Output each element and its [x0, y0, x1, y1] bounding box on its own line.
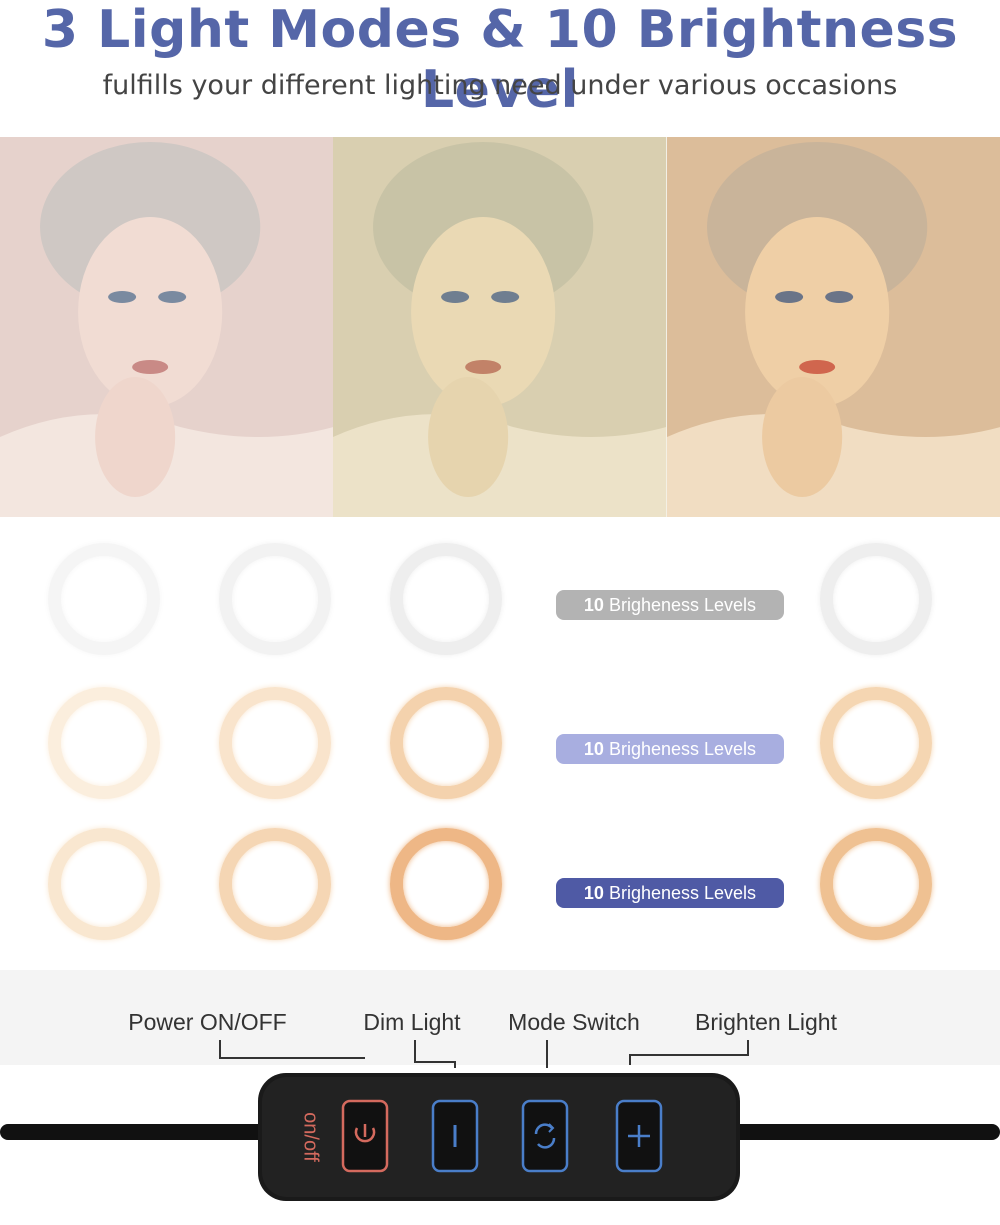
ring-warm-yellow-1	[48, 828, 160, 940]
ring-white-2	[219, 543, 331, 655]
ring-warm-yellow-3	[390, 828, 502, 940]
brightness-pill-warm-yellow: 10 Brigheness Levels	[556, 878, 784, 908]
onoff-text: on/off	[300, 1112, 322, 1162]
brightness-pill-warm-white: 10 Brigheness Levels	[556, 734, 784, 764]
page-subtitle: fulfills your different lighting need un…	[102, 70, 898, 101]
ring-white-1	[48, 543, 160, 655]
ring-white-3	[390, 543, 502, 655]
ring-warm-white-4	[820, 687, 932, 799]
ring-warm-white-2	[219, 687, 331, 799]
ring-warm-white-1	[48, 687, 160, 799]
light-ring-grid: 10 Brigheness Levels 10 Brigheness Level…	[0, 530, 1000, 960]
brightness-pill-white: 10 Brigheness Levels	[556, 590, 784, 620]
ring-warm-white-3	[390, 687, 502, 799]
photo-warm-white-light	[333, 137, 667, 517]
photo-strip	[0, 137, 1000, 517]
ring-warm-yellow-2	[219, 828, 331, 940]
cable-left	[0, 1124, 270, 1140]
inline-controller: on/off	[0, 1040, 1000, 1225]
pill-text: Brigheness Levels	[608, 595, 757, 615]
brighten-light-button[interactable]	[615, 1099, 663, 1173]
ring-white-4	[820, 543, 932, 655]
pill-number: 10	[583, 595, 604, 615]
photo-warm-yellow-light	[666, 137, 1000, 517]
photo-white-light	[0, 137, 334, 517]
dim-light-label: Dim Light	[363, 1009, 461, 1035]
pill-number: 10	[583, 883, 604, 903]
ring-warm-yellow-4	[820, 828, 932, 940]
leader-lines	[219, 1040, 749, 1068]
pill-number: 10	[583, 739, 604, 759]
brighten-light-label: Brighten Light	[695, 1009, 837, 1035]
pill-text: Brigheness Levels	[608, 883, 757, 903]
mode-switch-button[interactable]	[521, 1099, 569, 1173]
power-button[interactable]	[341, 1099, 389, 1173]
dim-light-button[interactable]	[431, 1099, 479, 1173]
power-label: Power ON/OFF	[128, 1009, 287, 1035]
cable-right	[720, 1124, 1000, 1140]
mode-switch-label: Mode Switch	[508, 1009, 640, 1035]
pill-text: Brigheness Levels	[608, 739, 757, 759]
